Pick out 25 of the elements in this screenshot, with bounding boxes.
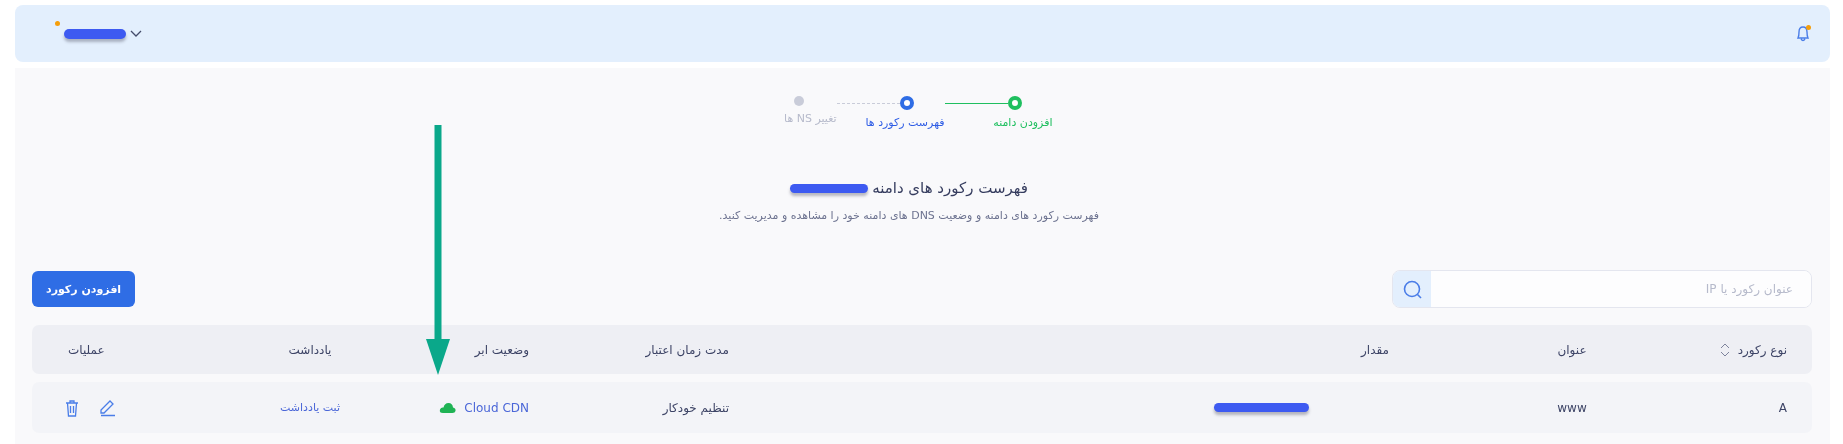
page-title: فهرست رکورد های دامنه — [872, 179, 1028, 197]
column-header: وضعیت ابر — [474, 342, 529, 357]
page-subtitle: فهرست رکورد های دامنه و وضعیت DNS های دامنه خود را مشاهده و مدیریت کنید. — [719, 209, 1099, 222]
column-header: عنوان — [1557, 342, 1587, 357]
cloud-icon[interactable] — [439, 401, 457, 414]
step-label: فهرست رکورد ها — [865, 116, 945, 129]
column-header: نوع رکورد — [1737, 342, 1787, 357]
chevron-down-icon[interactable] — [130, 30, 142, 37]
add-record-button[interactable]: افزودن رکورد — [32, 271, 136, 307]
cloud-status[interactable]: Cloud CDN — [464, 400, 529, 415]
trash-icon[interactable] — [64, 398, 80, 417]
table-cell: A — [1778, 400, 1787, 415]
step-label: تغییر NS ها — [784, 112, 837, 125]
table-cell: www — [1557, 400, 1587, 415]
step-label: افزودن دامنه — [993, 116, 1053, 129]
sort-icon[interactable] — [1719, 341, 1730, 358]
search-button[interactable] — [1393, 271, 1431, 307]
edit-icon[interactable] — [98, 398, 116, 417]
column-header: یادداشت — [288, 342, 332, 357]
search-icon — [1402, 279, 1422, 299]
column-header: عملیات — [68, 342, 105, 357]
column-header: مدت زمان اعتبار — [645, 342, 729, 357]
add-note-link[interactable]: ثبت یادداشت — [280, 401, 340, 414]
column-header: مقدار — [1361, 342, 1389, 357]
table-cell: تنظیم خودکار — [662, 400, 729, 415]
